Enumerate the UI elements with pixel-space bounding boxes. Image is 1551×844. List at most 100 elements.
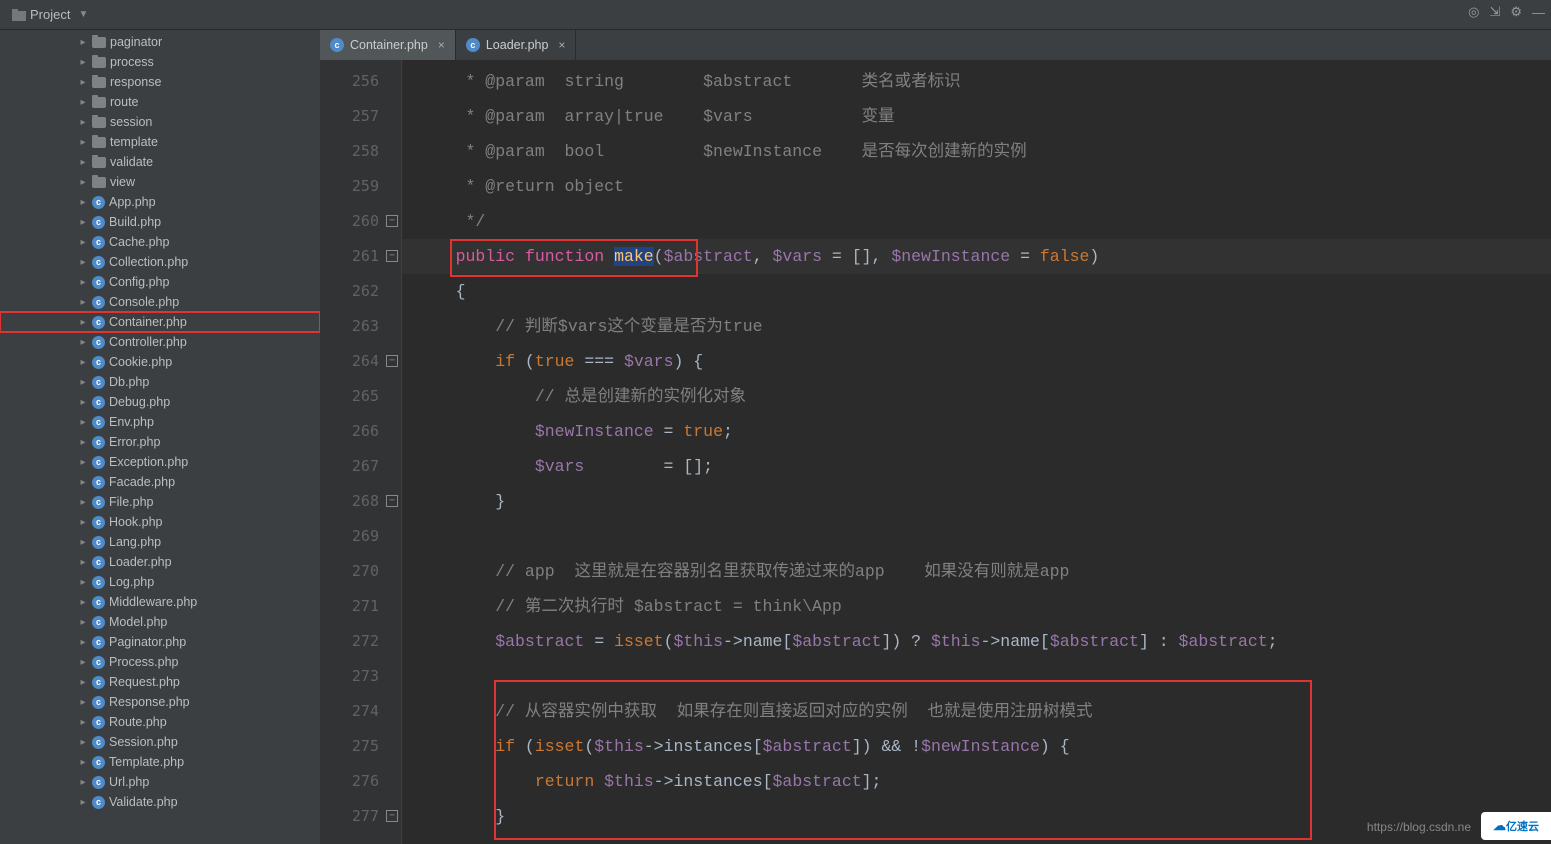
line-number[interactable]: 272 (320, 624, 401, 659)
expand-arrow-icon[interactable]: ▸ (78, 377, 88, 388)
tree-folder-session[interactable]: ▸session (0, 112, 320, 132)
fold-marker-icon[interactable] (386, 495, 398, 507)
line-number[interactable]: 277 (320, 799, 401, 834)
line-number[interactable]: 278 (320, 834, 401, 844)
expand-arrow-icon[interactable]: ▸ (78, 357, 88, 368)
expand-arrow-icon[interactable]: ▸ (78, 277, 88, 288)
tree-file-config[interactable]: ▸Config.php (0, 272, 320, 292)
tree-folder-template[interactable]: ▸template (0, 132, 320, 152)
expand-arrow-icon[interactable]: ▸ (78, 57, 88, 68)
tree-file-controller[interactable]: ▸Controller.php (0, 332, 320, 352)
tree-file-process[interactable]: ▸Process.php (0, 652, 320, 672)
expand-arrow-icon[interactable]: ▸ (78, 177, 88, 188)
line-number[interactable]: 262 (320, 274, 401, 309)
expand-arrow-icon[interactable]: ▸ (78, 557, 88, 568)
tree-folder-paginator[interactable]: ▸paginator (0, 32, 320, 52)
expand-arrow-icon[interactable]: ▸ (78, 537, 88, 548)
expand-arrow-icon[interactable]: ▸ (78, 117, 88, 128)
line-number[interactable]: 273 (320, 659, 401, 694)
expand-arrow-icon[interactable]: ▸ (78, 437, 88, 448)
tree-file-log[interactable]: ▸Log.php (0, 572, 320, 592)
expand-arrow-icon[interactable]: ▸ (78, 457, 88, 468)
expand-arrow-icon[interactable]: ▸ (78, 577, 88, 588)
expand-arrow-icon[interactable]: ▸ (78, 197, 88, 208)
tree-file-template[interactable]: ▸Template.php (0, 752, 320, 772)
tree-file-loader[interactable]: ▸Loader.php (0, 552, 320, 572)
expand-arrow-icon[interactable]: ▸ (78, 477, 88, 488)
line-number[interactable]: 265 (320, 379, 401, 414)
code-body[interactable]: * @param string $abstract 类名或者标识 * @para… (402, 60, 1551, 844)
expand-arrow-icon[interactable]: ▸ (78, 677, 88, 688)
tree-file-lang[interactable]: ▸Lang.php (0, 532, 320, 552)
expand-arrow-icon[interactable]: ▸ (78, 257, 88, 268)
line-number[interactable]: 269 (320, 519, 401, 554)
tree-file-paginator[interactable]: ▸Paginator.php (0, 632, 320, 652)
tree-file-cache[interactable]: ▸Cache.php (0, 232, 320, 252)
tree-file-hook[interactable]: ▸Hook.php (0, 512, 320, 532)
tree-file-container[interactable]: ▸Container.php (0, 312, 320, 332)
expand-arrow-icon[interactable]: ▸ (78, 657, 88, 668)
tree-file-debug[interactable]: ▸Debug.php (0, 392, 320, 412)
expand-arrow-icon[interactable]: ▸ (78, 297, 88, 308)
collapse-icon[interactable]: ⇲ (1489, 4, 1500, 20)
tab-container[interactable]: Container.php× (320, 30, 456, 60)
tree-folder-validate[interactable]: ▸validate (0, 152, 320, 172)
tree-file-middleware[interactable]: ▸Middleware.php (0, 592, 320, 612)
expand-arrow-icon[interactable]: ▸ (78, 157, 88, 168)
tree-folder-route[interactable]: ▸route (0, 92, 320, 112)
tree-file-model[interactable]: ▸Model.php (0, 612, 320, 632)
line-number[interactable]: 274 (320, 694, 401, 729)
tree-file-file[interactable]: ▸File.php (0, 492, 320, 512)
tree-file-facade[interactable]: ▸Facade.php (0, 472, 320, 492)
tree-folder-response[interactable]: ▸response (0, 72, 320, 92)
tree-file-validate[interactable]: ▸Validate.php (0, 792, 320, 812)
expand-arrow-icon[interactable]: ▸ (78, 337, 88, 348)
line-number[interactable]: 271 (320, 589, 401, 624)
expand-arrow-icon[interactable]: ▸ (78, 797, 88, 808)
tab-loader[interactable]: Loader.php× (456, 30, 577, 60)
tree-file-app[interactable]: ▸App.php (0, 192, 320, 212)
line-number[interactable]: 258 (320, 134, 401, 169)
line-number[interactable]: 270 (320, 554, 401, 589)
expand-arrow-icon[interactable]: ▸ (78, 217, 88, 228)
code-editor[interactable]: 2562572582592602612622632642652662672682… (320, 60, 1551, 844)
expand-arrow-icon[interactable]: ▸ (78, 697, 88, 708)
gear-icon[interactable]: ⚙ (1510, 4, 1522, 20)
tree-file-route[interactable]: ▸Route.php (0, 712, 320, 732)
fold-marker-icon[interactable] (386, 810, 398, 822)
tree-file-url[interactable]: ▸Url.php (0, 772, 320, 792)
close-icon[interactable]: × (558, 38, 565, 52)
expand-arrow-icon[interactable]: ▸ (78, 777, 88, 788)
close-icon[interactable]: × (438, 38, 445, 52)
expand-arrow-icon[interactable]: ▸ (78, 597, 88, 608)
expand-arrow-icon[interactable]: ▸ (78, 757, 88, 768)
line-number[interactable]: 263 (320, 309, 401, 344)
project-selector[interactable]: Project ▼ (8, 5, 92, 24)
tree-file-exception[interactable]: ▸Exception.php (0, 452, 320, 472)
project-tree[interactable]: ▸paginator▸process▸response▸route▸sessio… (0, 30, 320, 844)
expand-arrow-icon[interactable]: ▸ (78, 637, 88, 648)
expand-arrow-icon[interactable]: ▸ (78, 97, 88, 108)
expand-arrow-icon[interactable]: ▸ (78, 717, 88, 728)
line-number[interactable]: 257 (320, 99, 401, 134)
expand-arrow-icon[interactable]: ▸ (78, 317, 88, 328)
line-number[interactable]: 261 (320, 239, 401, 274)
expand-arrow-icon[interactable]: ▸ (78, 617, 88, 628)
tree-file-cookie[interactable]: ▸Cookie.php (0, 352, 320, 372)
line-number[interactable]: 266 (320, 414, 401, 449)
tree-file-response[interactable]: ▸Response.php (0, 692, 320, 712)
tree-file-session[interactable]: ▸Session.php (0, 732, 320, 752)
tree-file-env[interactable]: ▸Env.php (0, 412, 320, 432)
expand-arrow-icon[interactable]: ▸ (78, 417, 88, 428)
tree-file-error[interactable]: ▸Error.php (0, 432, 320, 452)
line-number[interactable]: 260 (320, 204, 401, 239)
expand-arrow-icon[interactable]: ▸ (78, 737, 88, 748)
expand-arrow-icon[interactable]: ▸ (78, 37, 88, 48)
expand-arrow-icon[interactable]: ▸ (78, 77, 88, 88)
tree-folder-view[interactable]: ▸view (0, 172, 320, 192)
fold-marker-icon[interactable] (386, 250, 398, 262)
target-icon[interactable]: ◎ (1468, 4, 1479, 20)
line-number[interactable]: 276 (320, 764, 401, 799)
tree-file-build[interactable]: ▸Build.php (0, 212, 320, 232)
line-number[interactable]: 268 (320, 484, 401, 519)
